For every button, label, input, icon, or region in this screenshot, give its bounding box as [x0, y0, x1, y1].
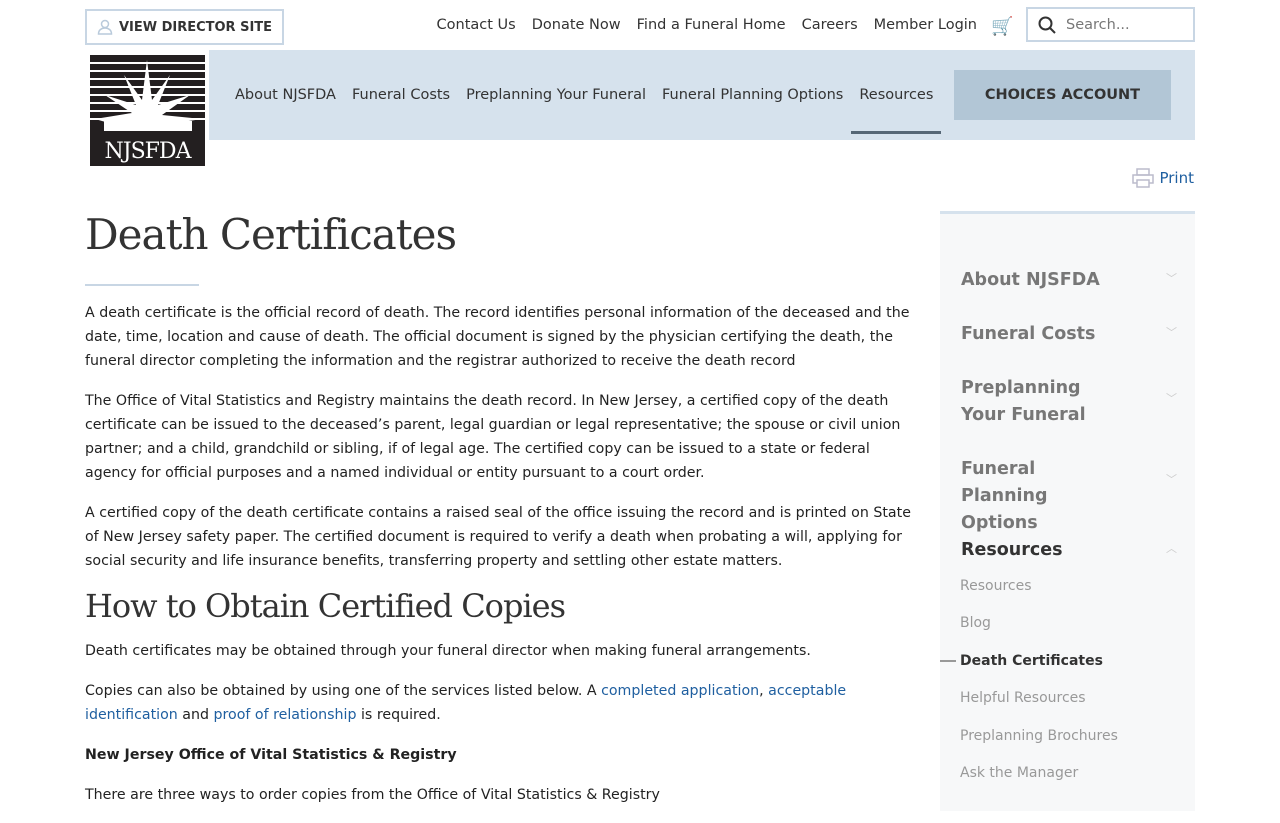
- sidebar-sub-helpful-resources[interactable]: Helpful Resources: [960, 690, 1086, 706]
- director-site-label: VIEW DIRECTOR SITE: [118, 19, 273, 35]
- main-nav: About NJSFDA Funeral Costs Preplanning Y…: [209, 50, 1195, 140]
- paragraph: A death certificate is the official reco…: [85, 305, 910, 369]
- paragraph: Death certificates may be obtained throu…: [85, 643, 811, 659]
- sidebar-item-preplanning[interactable]: Preplanning Your Funeral: [961, 375, 1121, 429]
- paragraph: There are three ways to order copies fro…: [85, 787, 660, 803]
- sidebar-item-resources[interactable]: Resources: [961, 537, 1121, 564]
- search-icon: [1038, 16, 1056, 34]
- contact-us-link[interactable]: Contact Us: [437, 17, 516, 33]
- careers-link[interactable]: Careers: [802, 17, 858, 33]
- sidebar-item-funeral-costs[interactable]: Funeral Costs: [961, 321, 1121, 348]
- nav-funeral-costs[interactable]: Funeral Costs: [352, 87, 450, 103]
- choices-account-button[interactable]: CHOICES ACCOUNT: [954, 70, 1171, 120]
- printer-icon: [1132, 168, 1155, 188]
- logo-text: NJSFDA: [104, 139, 192, 164]
- paragraph: The Office of Vital Statistics and Regis…: [85, 393, 901, 481]
- nav-preplanning[interactable]: Preplanning Your Funeral: [466, 87, 646, 103]
- sidebar-sub-blog[interactable]: Blog: [960, 615, 991, 631]
- chevron-down-icon[interactable]: ﹀: [1166, 324, 1177, 340]
- sidebar-item-planning-options[interactable]: Funeral Planning Options: [961, 456, 1121, 537]
- sidebar-sub-preplanning-brochures[interactable]: Preplanning Brochures: [960, 728, 1118, 744]
- search-placeholder: Search...: [1066, 16, 1130, 33]
- section-heading: How to Obtain Certified Copies: [85, 587, 566, 625]
- user-icon: [97, 19, 113, 35]
- text: is required.: [356, 707, 441, 723]
- article-body: A death certificate is the official reco…: [85, 301, 915, 823]
- sidebar-item-about[interactable]: About NJSFDA: [961, 267, 1121, 294]
- current-marker: [940, 660, 956, 662]
- view-director-site-button[interactable]: VIEW DIRECTOR SITE: [85, 9, 284, 45]
- proof-of-relationship-link[interactable]: proof of relationship: [214, 707, 357, 723]
- sidebar-sub-ask-manager[interactable]: Ask the Manager: [960, 765, 1078, 781]
- text: ,: [759, 683, 769, 699]
- nav-planning-options[interactable]: Funeral Planning Options: [662, 87, 843, 103]
- member-login-link[interactable]: Member Login: [874, 17, 977, 33]
- chevron-down-icon[interactable]: ﹀: [1166, 270, 1177, 286]
- text: Copies can also be obtained by using one…: [85, 683, 602, 699]
- sidebar-sub-resources[interactable]: Resources: [960, 578, 1032, 594]
- text: and: [177, 707, 214, 723]
- donate-now-link[interactable]: Donate Now: [532, 17, 621, 33]
- nav-resources[interactable]: Resources: [851, 87, 942, 134]
- nav-about[interactable]: About NJSFDA: [235, 87, 336, 103]
- title-divider: [85, 284, 199, 286]
- sidebar-sub-death-certificates[interactable]: Death Certificates: [960, 653, 1103, 669]
- page-title: Death Certificates: [85, 210, 457, 259]
- print-label: Print: [1159, 169, 1194, 187]
- paragraph: A certified copy of the death certificat…: [85, 505, 911, 569]
- bold-heading: New Jersey Office of Vital Statistics & …: [85, 747, 457, 763]
- completed-application-link[interactable]: completed application: [601, 683, 759, 699]
- cart-icon[interactable]: 🛒: [991, 16, 1013, 37]
- find-funeral-home-link[interactable]: Find a Funeral Home: [637, 17, 786, 33]
- paragraph: Copies can also be obtained by using one…: [85, 679, 915, 727]
- chevron-down-icon[interactable]: ﹀: [1166, 390, 1177, 406]
- njsfda-logo[interactable]: NJSFDA: [90, 55, 205, 166]
- utility-nav: Contact Us Donate Now Find a Funeral Hom…: [437, 17, 977, 33]
- chevron-up-icon[interactable]: ︿: [1166, 540, 1177, 556]
- print-button[interactable]: Print: [1132, 168, 1194, 188]
- sidebar-nav: About NJSFDA ﹀ Funeral Costs ﹀ Preplanning…: [940, 211, 1195, 811]
- search-input[interactable]: Search...: [1026, 7, 1195, 42]
- chevron-down-icon[interactable]: ﹀: [1166, 471, 1177, 487]
